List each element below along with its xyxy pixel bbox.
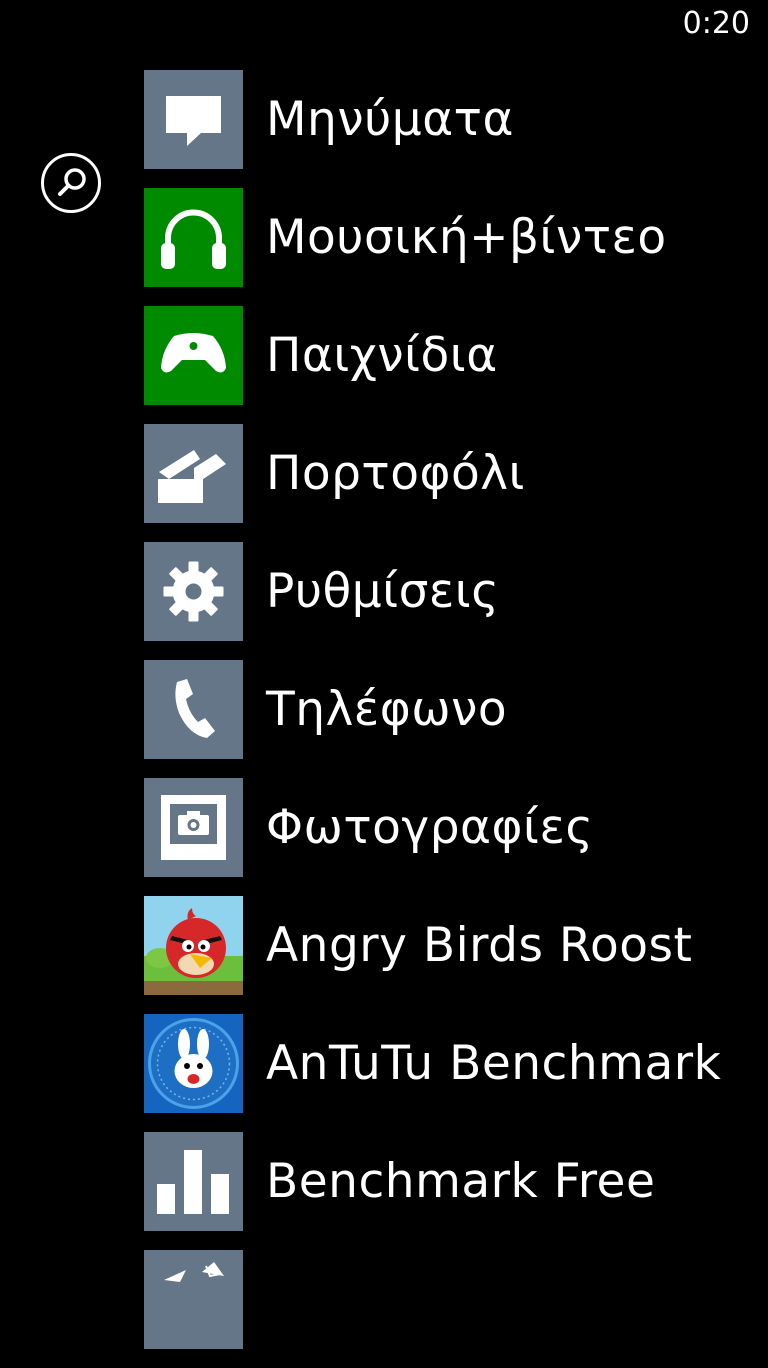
app-label: AnTuTu Benchmark xyxy=(266,1036,722,1091)
app-item-music-video[interactable]: Μουσική+βίντεο xyxy=(144,188,768,287)
app-list: Μηνύματα Μουσική+βίντεο Παιχνίδια Πορτοφ… xyxy=(144,70,768,1368)
phone-icon xyxy=(175,679,215,738)
game-controller-icon xyxy=(161,333,226,373)
message-icon xyxy=(166,96,221,146)
app-tile xyxy=(144,1250,243,1349)
app-item-messages[interactable]: Μηνύματα xyxy=(144,70,768,169)
app-tile xyxy=(144,1014,243,1113)
app-item-settings[interactable]: Ρυθμίσεις xyxy=(144,542,768,641)
gear-icon xyxy=(163,561,224,622)
angry-bird-icon xyxy=(144,896,243,995)
app-tile xyxy=(144,424,243,523)
headphones-icon xyxy=(161,209,226,269)
app-label: Μηνύματα xyxy=(266,92,514,147)
app-tile xyxy=(144,660,243,759)
app-tile xyxy=(144,70,243,169)
bar-chart-icon xyxy=(157,1150,229,1214)
app-tile xyxy=(144,542,243,641)
app-item-benchmark-free[interactable]: Benchmark Free xyxy=(144,1132,768,1231)
app-label: Ρυθμίσεις xyxy=(266,564,500,619)
status-time: 0:20 xyxy=(682,6,750,41)
app-item-games[interactable]: Παιχνίδια xyxy=(144,306,768,405)
app-item-wallet[interactable]: Πορτοφόλι xyxy=(144,424,768,523)
app-label: Μουσική+βίντεο xyxy=(266,210,667,265)
app-label: Πορτοφόλι xyxy=(266,446,525,501)
app-tile xyxy=(144,306,243,405)
app-tile xyxy=(144,778,243,877)
photo-camera-icon xyxy=(161,795,226,860)
app-label: Παιχνίδια xyxy=(266,328,498,383)
app-item-angry-birds-roost[interactable]: Angry Birds Roost xyxy=(144,896,768,995)
app-label: Angry Birds Roost xyxy=(266,918,693,973)
app-tile xyxy=(144,188,243,287)
antutu-rabbit-icon xyxy=(148,1018,239,1109)
app-tile xyxy=(144,896,243,995)
search-button[interactable] xyxy=(41,153,101,213)
search-icon xyxy=(58,168,86,196)
wallet-icon xyxy=(158,450,226,503)
app-label: Φωτογραφίες xyxy=(266,800,594,855)
partial-app-icon xyxy=(164,1262,224,1282)
app-item-partial[interactable] xyxy=(144,1250,768,1349)
app-label: Benchmark Free xyxy=(266,1154,656,1209)
app-tile xyxy=(144,1132,243,1231)
app-item-phone[interactable]: Τηλέφωνο xyxy=(144,660,768,759)
app-item-photos[interactable]: Φωτογραφίες xyxy=(144,778,768,877)
app-item-antutu-benchmark[interactable]: AnTuTu Benchmark xyxy=(144,1014,768,1113)
app-label: Τηλέφωνο xyxy=(266,682,508,737)
